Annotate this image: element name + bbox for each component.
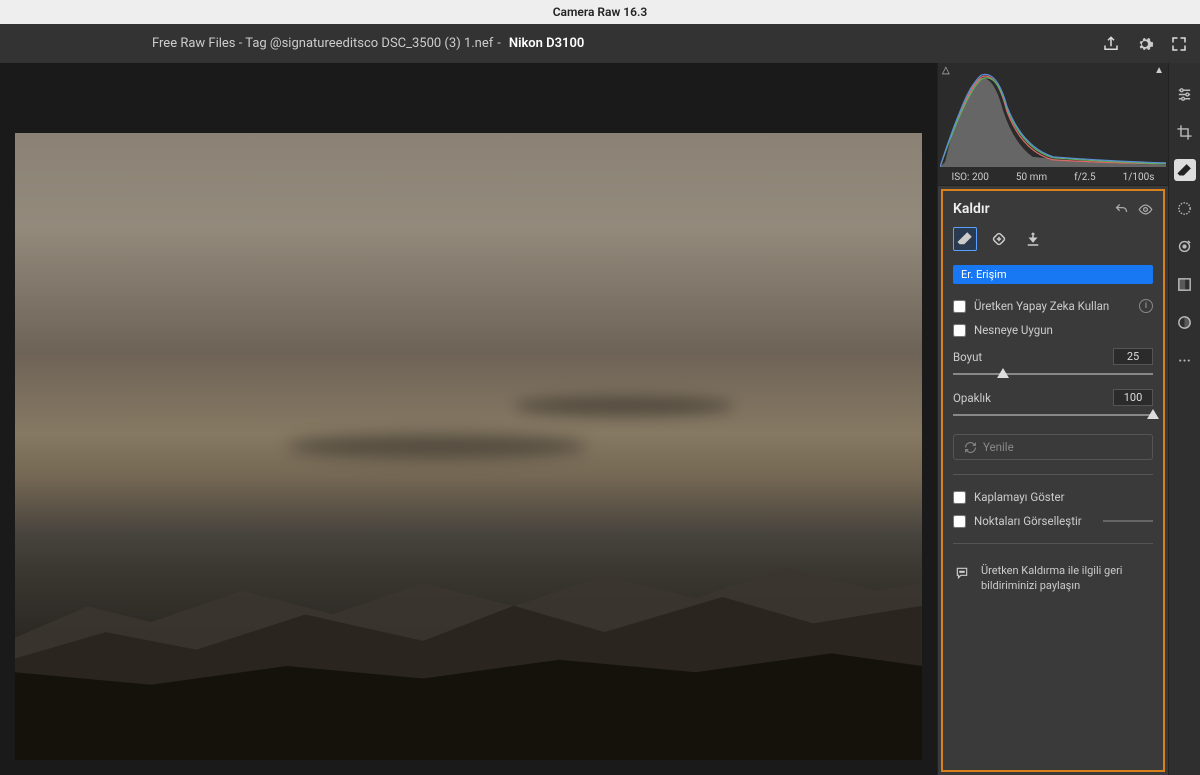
snapshot-icon[interactable] [1174,311,1196,333]
overlay-label: Kaplamayı Göster [974,490,1153,504]
heal-tool-icon[interactable] [987,227,1011,251]
points-checkbox[interactable] [953,515,966,528]
size-label: Boyut [953,350,1113,364]
feedback-icon [953,566,971,580]
fullscreen-icon[interactable] [1170,35,1188,53]
histogram[interactable]: △ ▲ ISO: 200 50 mm f/2.5 1/100s [938,63,1168,186]
image-canvas-area[interactable] [0,63,937,775]
meta-shutter: 1/100s [1123,172,1155,183]
remove-panel: Kaldır Er. Erişim [941,189,1165,772]
camera-model: Nikon D3100 [509,36,584,51]
clone-tool-icon[interactable] [1021,227,1045,251]
refresh-label: Yenile [983,440,1014,454]
size-input[interactable] [1113,348,1153,365]
opacity-input[interactable] [1113,389,1153,406]
presets-icon[interactable] [1174,273,1196,295]
feedback-text[interactable]: Üretken Kaldırma ile ilgili geri bildiri… [981,564,1153,594]
info-icon[interactable]: i [1139,299,1153,313]
crop-icon[interactable] [1174,121,1196,143]
more-icon[interactable] [1174,349,1196,371]
size-slider[interactable] [953,367,1153,381]
export-icon[interactable] [1102,35,1120,53]
opacity-slider[interactable] [953,408,1153,422]
file-name: Free Raw Files - Tag @signatureeditsco D… [152,36,493,51]
ai-checkbox[interactable] [953,300,966,313]
mask-icon[interactable] [1174,197,1196,219]
eraser-tool-icon[interactable] [953,227,977,251]
ai-label: Üretken Yapay Zeka Kullan [974,299,1109,313]
opacity-label: Opaklık [953,391,1113,405]
separator: - [497,36,501,51]
points-label: Noktaları Görselleştir [974,514,1095,528]
file-info: Free Raw Files - Tag @signatureeditsco D… [152,36,584,51]
gear-icon[interactable] [1136,35,1154,53]
eye-icon[interactable] [1137,201,1153,217]
tool-strip [1168,63,1200,775]
file-header: Free Raw Files - Tag @signatureeditsco D… [0,24,1200,63]
undo-icon[interactable] [1113,201,1129,217]
panel-title: Kaldır [953,201,1105,217]
points-slider[interactable] [1103,520,1153,522]
overlay-checkbox[interactable] [953,491,966,504]
redeye-icon[interactable] [1174,235,1196,257]
object-aware-checkbox[interactable] [953,324,966,337]
meta-focal: 50 mm [1016,172,1047,183]
refresh-button[interactable]: Yenile [953,434,1153,460]
edit-sliders-icon[interactable] [1174,83,1196,105]
heal-remove-icon[interactable] [1174,159,1196,181]
early-access-chip[interactable]: Er. Erişim [953,265,1153,284]
window-titlebar: Camera Raw 16.3 [0,0,1200,24]
object-aware-label: Nesneye Uygun [974,323,1053,337]
meta-aperture: f/2.5 [1074,172,1095,183]
image-preview[interactable] [15,133,922,760]
meta-iso: ISO: 200 [952,172,989,183]
app-title: Camera Raw 16.3 [553,5,648,19]
